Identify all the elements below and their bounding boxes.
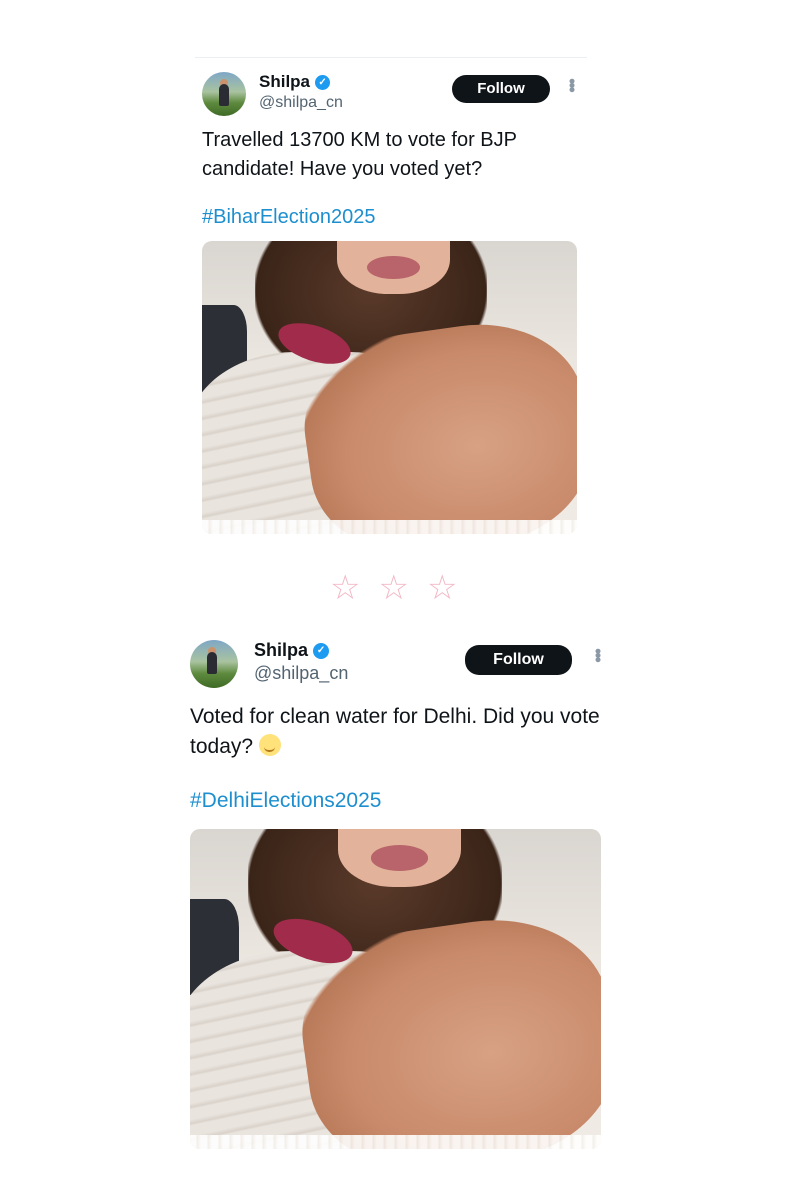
display-name[interactable]: Shilpa	[254, 640, 308, 661]
tweet-text: Travelled 13700 KM to vote for BJP candi…	[202, 129, 517, 180]
top-divider	[195, 57, 587, 58]
tweet-text-content: Voted for clean water for Delhi. Did you…	[190, 705, 600, 758]
tweet-header: Shilpa ✓ @shilpa_cn Follow •••	[190, 640, 610, 688]
user-info: Shilpa ✓ @shilpa_cn	[254, 640, 348, 684]
more-options-icon[interactable]: •••	[562, 78, 582, 91]
tweet-photo[interactable]	[190, 829, 601, 1149]
torn-paper-edge	[190, 1135, 601, 1149]
display-name[interactable]: Shilpa	[259, 72, 310, 92]
tweet-photo[interactable]	[202, 241, 577, 534]
tweet-card-2: Shilpa ✓ @shilpa_cn Follow ••• Voted for…	[190, 640, 610, 1149]
avatar-figure	[219, 84, 229, 106]
verified-badge-icon: ✓	[313, 642, 330, 659]
follow-button[interactable]: Follow	[452, 75, 550, 103]
tweet-card-1: Shilpa ✓ @shilpa_cn Follow ••• Travelled…	[202, 70, 592, 534]
avatar[interactable]	[202, 72, 246, 116]
verified-badge-icon: ✓	[315, 74, 331, 90]
smirk-face-emoji-icon	[258, 734, 281, 756]
photo-lips	[367, 255, 420, 280]
user-handle[interactable]: @shilpa_cn	[254, 663, 348, 684]
avatar-figure	[207, 652, 217, 674]
torn-paper-edge	[202, 520, 577, 534]
tweet-header: Shilpa ✓ @shilpa_cn Follow •••	[202, 70, 592, 118]
star-divider: ☆☆☆	[330, 569, 476, 607]
follow-button[interactable]: Follow	[465, 645, 572, 675]
more-options-icon[interactable]: •••	[588, 648, 608, 661]
name-row: Shilpa ✓	[254, 640, 348, 661]
hashtag-link[interactable]: #BiharElection2025	[202, 206, 592, 229]
name-row: Shilpa ✓	[259, 72, 343, 92]
user-handle[interactable]: @shilpa_cn	[259, 94, 343, 112]
hashtag-link[interactable]: #DelhiElections2025	[190, 789, 610, 813]
photo-lips	[370, 845, 429, 871]
tweet-text: Voted for clean water for Delhi. Did you…	[190, 702, 610, 762]
user-info: Shilpa ✓ @shilpa_cn	[259, 72, 343, 112]
avatar[interactable]	[190, 640, 238, 688]
